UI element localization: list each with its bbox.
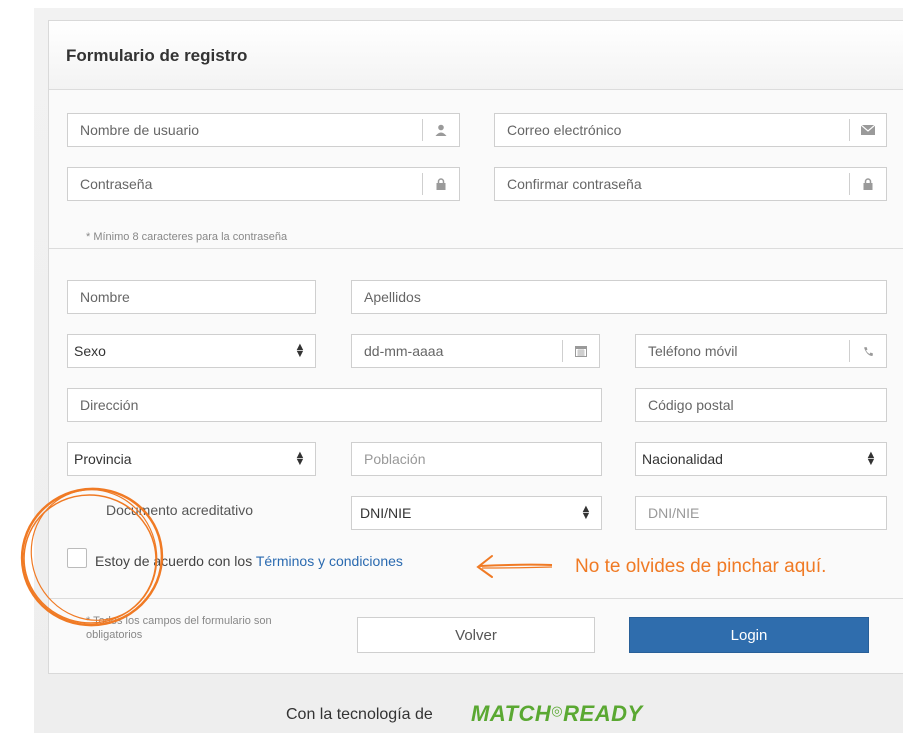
required-note: * Todos los campos del formulario son ob… — [86, 615, 272, 641]
sort-arrows-icon: ▲ ▼ — [294, 449, 306, 468]
province-select-value: Provincia — [74, 451, 132, 467]
powered-by-text: Con la tecnología de — [286, 706, 433, 723]
document-number-input[interactable]: DNI/NIE — [636, 505, 886, 521]
last-name-field[interactable]: Apellidos — [351, 280, 887, 314]
sex-select-value: Sexo — [74, 343, 106, 359]
brand-logo: MATCH◎READY — [471, 701, 643, 726]
lock-icon — [422, 173, 459, 195]
lock-icon — [849, 173, 886, 195]
login-button[interactable]: Login — [629, 617, 869, 653]
last-name-input[interactable]: Apellidos — [352, 289, 886, 305]
nationality-select-value: Nacionalidad — [642, 451, 723, 467]
email-field[interactable]: Correo electrónico — [494, 113, 887, 147]
username-input[interactable]: Nombre de usuario — [68, 122, 422, 138]
back-button[interactable]: Volver — [357, 617, 595, 653]
page-title: Formulario de registro — [66, 46, 248, 65]
user-icon — [422, 119, 459, 141]
panel-header: Formulario de registro — [49, 21, 903, 90]
birthdate-field[interactable]: dd-mm-aaaa — [351, 334, 600, 368]
agree-text: Estoy de acuerdo con los — [95, 553, 256, 569]
password-input[interactable]: Contraseña — [68, 176, 422, 192]
postal-code-field[interactable]: Código postal — [635, 388, 887, 422]
phone-icon — [849, 340, 886, 362]
password-field[interactable]: Contraseña — [67, 167, 460, 201]
envelope-icon — [849, 119, 886, 141]
reminder-annotation: No te olvides de pinchar aquí. — [575, 556, 827, 577]
nationality-select[interactable]: Nacionalidad ▲ ▼ — [635, 442, 887, 476]
document-label: Documento acreditativo — [106, 502, 254, 518]
mobile-field[interactable]: Teléfono móvil — [635, 334, 887, 368]
section-divider — [49, 248, 903, 249]
first-name-input[interactable]: Nombre — [68, 289, 315, 305]
postal-code-input[interactable]: Código postal — [636, 397, 886, 413]
username-field[interactable]: Nombre de usuario — [67, 113, 460, 147]
town-field[interactable]: Población — [351, 442, 602, 476]
sort-arrows-icon: ▲ ▼ — [865, 449, 877, 468]
town-input[interactable]: Población — [352, 451, 601, 467]
sort-arrows-icon: ▲ ▼ — [580, 503, 592, 522]
calendar-icon — [562, 340, 599, 362]
confirm-password-field[interactable]: Confirmar contraseña — [494, 167, 887, 201]
first-name-field[interactable]: Nombre — [67, 280, 316, 314]
document-type-select[interactable]: DNI/NIE ▲ ▼ — [351, 496, 602, 530]
password-hint: * Mínimo 8 caracteres para la contraseña — [86, 231, 288, 243]
address-input[interactable]: Dirección — [68, 397, 601, 413]
terms-checkbox[interactable] — [67, 548, 87, 568]
email-input[interactable]: Correo electrónico — [495, 122, 849, 138]
terms-agreement: Estoy de acuerdo con los Términos y cond… — [95, 553, 403, 569]
confirm-password-input[interactable]: Confirmar contraseña — [495, 176, 849, 192]
birthdate-input[interactable]: dd-mm-aaaa — [352, 343, 562, 359]
footer-divider — [49, 598, 903, 599]
sort-arrows-icon: ▲ ▼ — [294, 341, 306, 360]
document-number-field[interactable]: DNI/NIE — [635, 496, 887, 530]
address-field[interactable]: Dirección — [67, 388, 602, 422]
terms-link[interactable]: Términos y condiciones — [256, 553, 403, 569]
province-select[interactable]: Provincia ▲ ▼ — [67, 442, 316, 476]
sex-select[interactable]: Sexo ▲ ▼ — [67, 334, 316, 368]
mobile-input[interactable]: Teléfono móvil — [636, 343, 849, 359]
document-type-value: DNI/NIE — [360, 505, 412, 521]
